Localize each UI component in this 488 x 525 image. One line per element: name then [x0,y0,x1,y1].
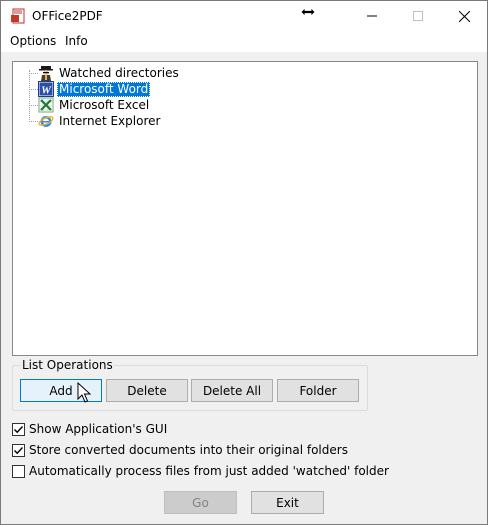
ie-icon [38,116,54,127]
tree-item-microsoft-word[interactable]: W Microsoft Word [29,81,151,97]
mouse-pointer-icon [77,382,91,403]
store-original-option[interactable]: Store converted documents into their ori… [12,442,348,458]
show-gui-label: Show Application's GUI [29,422,168,436]
watcher-icon [39,66,53,81]
tree-item-label: Watched directories [59,65,179,80]
tree-item-internet-explorer[interactable]: Internet Explorer [29,113,162,129]
application-tree[interactable]: Watched directories W Microsoft Word Mic… [12,61,478,356]
minimize-button[interactable] [349,1,395,31]
app-window: OFFice2PDF Options Info Watched director… [0,0,488,525]
maximize-icon [413,11,423,21]
title-bar[interactable]: OFFice2PDF [1,1,487,31]
minimize-icon [367,15,377,17]
auto-process-label: Automatically process files from just ad… [29,464,389,478]
store-original-checkbox[interactable] [12,443,25,457]
svg-text:W: W [41,85,52,97]
list-operations-title: List Operations [21,358,114,372]
tree-item-label: Microsoft Excel [59,97,150,112]
auto-process-checkbox[interactable] [12,464,25,478]
window-title: OFFice2PDF [32,9,103,23]
tree-item-watched-directories[interactable]: Watched directories [29,65,181,81]
menu-options[interactable]: Options [9,34,57,48]
go-button[interactable]: Go [164,491,237,514]
close-button[interactable] [441,1,487,31]
word-icon: W [38,81,54,97]
folder-button[interactable]: Folder [277,379,359,402]
auto-process-option[interactable]: Automatically process files from just ad… [12,463,389,479]
show-gui-checkbox[interactable] [12,422,25,436]
menu-bar: Options Info [1,31,487,52]
maximize-button[interactable] [395,1,441,31]
resize-cursor-icon [300,7,316,17]
show-gui-option[interactable]: Show Application's GUI [12,421,167,437]
delete-button[interactable]: Delete [106,379,188,402]
store-original-label: Store converted documents into their ori… [29,443,348,457]
tree-item-label: Microsoft Word [57,81,151,97]
menu-info[interactable]: Info [64,34,89,48]
checkmark-icon [14,446,24,454]
tree-item-microsoft-excel[interactable]: Microsoft Excel [29,97,151,113]
close-icon [458,10,470,22]
checkmark-icon [14,425,24,433]
pdf-app-icon [11,8,25,24]
exit-button[interactable]: Exit [251,491,324,514]
delete-all-button[interactable]: Delete All [191,379,273,402]
excel-icon [38,97,54,113]
tree-item-label: Internet Explorer [59,113,161,128]
